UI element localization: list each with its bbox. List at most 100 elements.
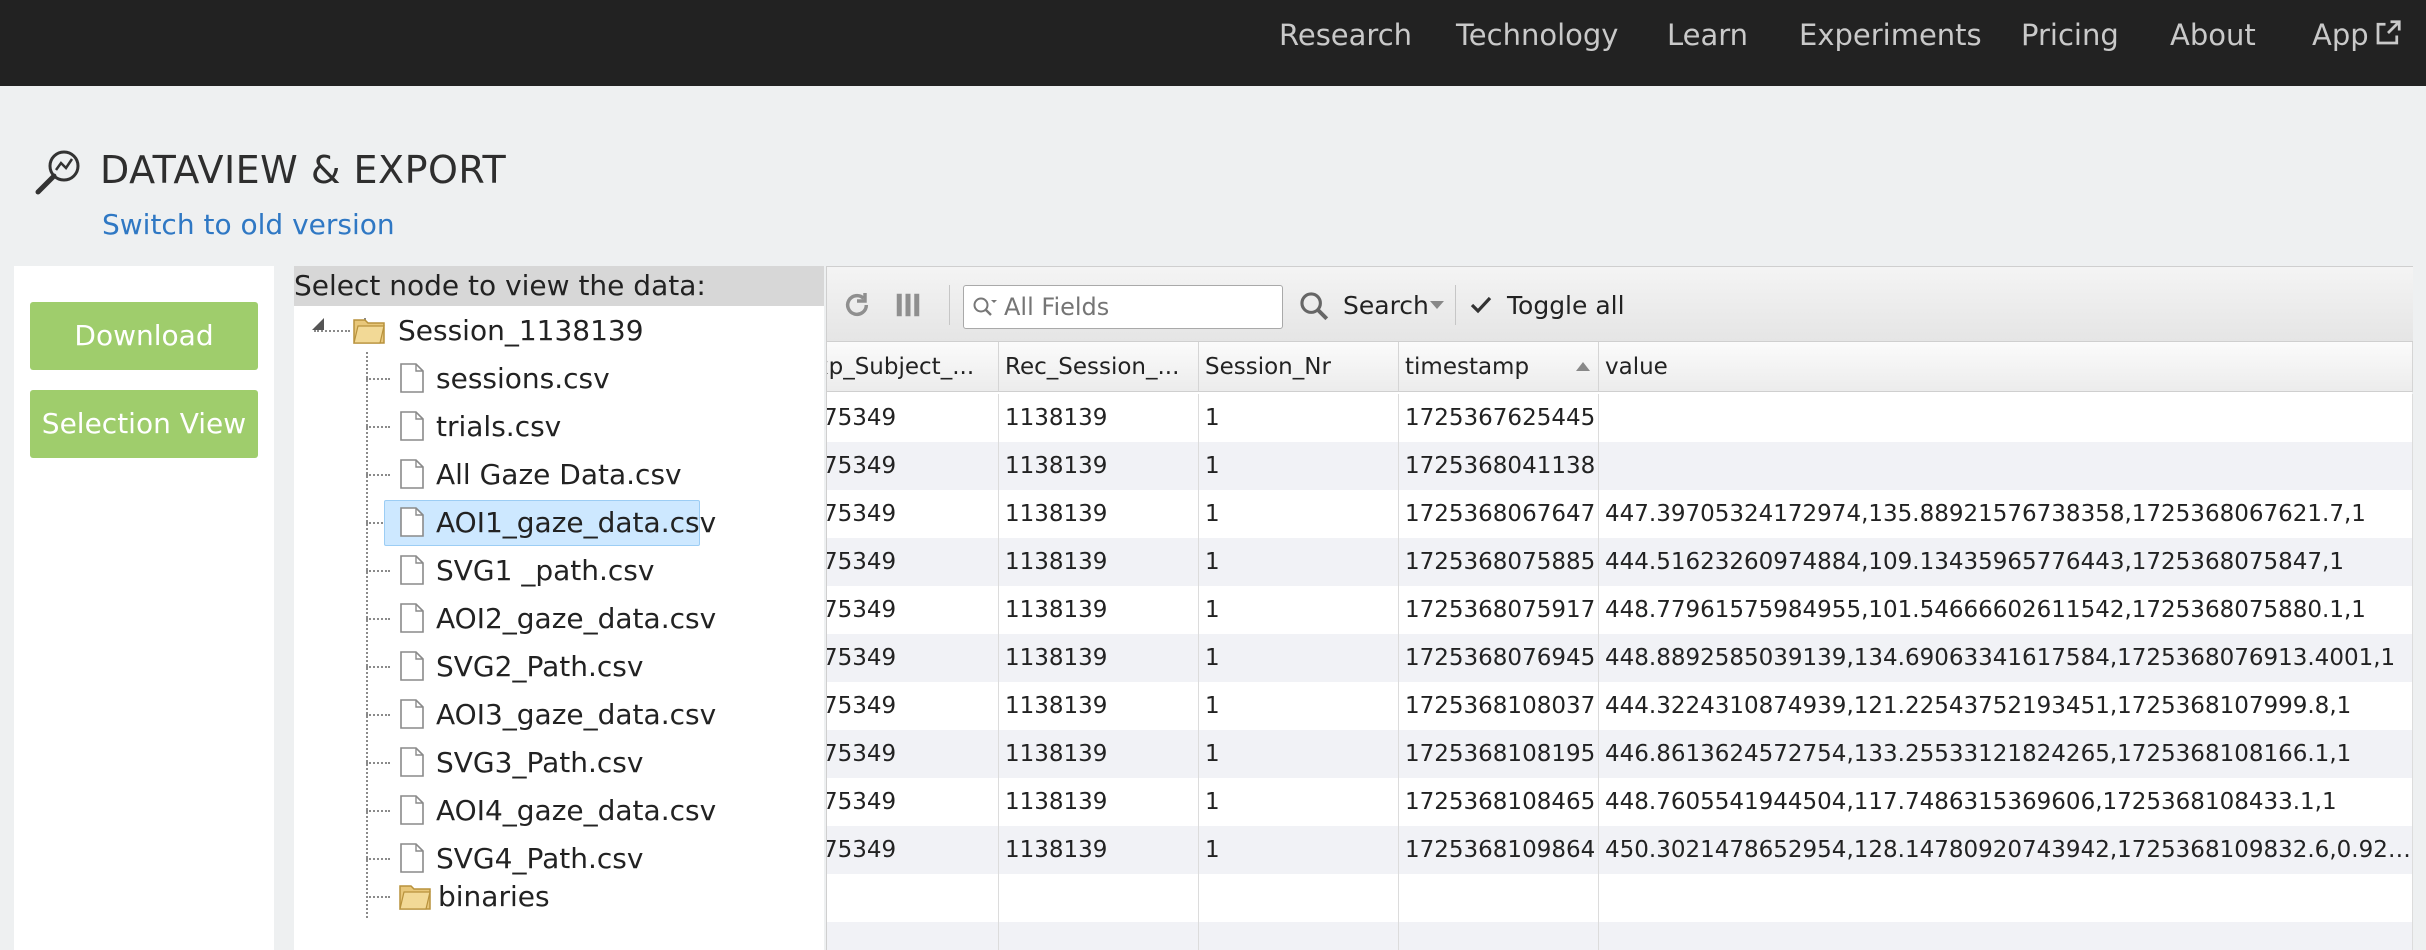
file-icon — [400, 603, 424, 633]
tree-file-node[interactable]: SVG4_Path.csv — [398, 836, 798, 880]
table-row[interactable]: 75349 1138139 1 1725367625445 — [827, 394, 2413, 442]
table-cell — [999, 874, 1199, 922]
table-cell: 1138139 — [999, 538, 1199, 586]
nav-technology[interactable]: Technology — [1456, 18, 1618, 52]
tree-file-label: SVG1 _path.csv — [436, 554, 655, 587]
magnifier-chart-icon — [35, 150, 80, 195]
table-cell: 1138139 — [999, 778, 1199, 826]
table-row[interactable] — [827, 874, 2413, 922]
table-row[interactable]: 75349 1138139 1 1725368108037 444.3224310874… — [827, 682, 2413, 730]
table-cell — [1399, 874, 1599, 922]
tree-file-node[interactable]: AOI3_gaze_data.csv — [398, 692, 798, 736]
table-cell: 1 — [1199, 778, 1399, 826]
table-cell: 450.3021478652954,128.14780920743942,172… — [1599, 826, 2413, 874]
column-header-label: Session_Nr — [1205, 354, 1331, 380]
table-cell: 1725368041138 — [1399, 442, 1599, 490]
nav-research[interactable]: Research — [1279, 18, 1412, 52]
tree-line — [366, 896, 390, 898]
table-cell — [827, 874, 999, 922]
table-row[interactable]: 75349 1138139 1 1725368108195 446.8613624572… — [827, 730, 2413, 778]
file-icon — [400, 507, 424, 537]
table-cell: 1725368108195 — [1399, 730, 1599, 778]
collapse-triangle-icon[interactable] — [308, 314, 328, 334]
search-field[interactable] — [963, 285, 1283, 329]
tree-file-node[interactable]: SVG2_Path.csv — [398, 644, 798, 688]
table-cell: 75349 — [827, 634, 999, 682]
table-row[interactable]: 75349 1138139 1 1725368075917 448.7796157598… — [827, 586, 2413, 634]
tree-file-node[interactable]: trials.csv — [398, 404, 798, 448]
column-header[interactable]: value — [1599, 342, 2413, 392]
selection-view-button[interactable]: Selection View — [30, 390, 258, 458]
table-row[interactable]: 75349 1138139 1 1725368075885 444.5162326097… — [827, 538, 2413, 586]
nav-pricing[interactable]: Pricing — [2021, 18, 2119, 52]
column-header[interactable]: Session_Nr — [1199, 342, 1399, 392]
column-header[interactable]: Rec_Session_... — [999, 342, 1199, 392]
chevron-down-icon[interactable] — [1429, 299, 1445, 311]
file-tree-panel: Select node to view the data: Session_11… — [294, 266, 824, 950]
table-cell: 75349 — [827, 730, 999, 778]
tree-file-label: All Gaze Data.csv — [436, 458, 682, 491]
page-title: DATAVIEW & EXPORT — [100, 148, 507, 192]
table-cell: 1 — [1199, 586, 1399, 634]
action-panel: Download Selection View — [14, 266, 274, 950]
table-cell: 447.39705324172974,135.88921576738358,17… — [1599, 490, 2413, 538]
table-row[interactable]: 75349 1138139 1 1725368076945 448.8892585039… — [827, 634, 2413, 682]
tree-file-label: AOI1_gaze_data.csv — [436, 506, 717, 539]
switch-old-version-link[interactable]: Switch to old version — [102, 208, 395, 241]
table-row[interactable]: 75349 1138139 1 1725368108465 448.7605541944… — [827, 778, 2413, 826]
table-row[interactable]: 75349 1138139 1 1725368067647 447.3970532417… — [827, 490, 2413, 538]
table-cell: 75349 — [827, 778, 999, 826]
tree-file-label: AOI4_gaze_data.csv — [436, 794, 717, 827]
tree-file-node[interactable]: AOI4_gaze_data.csv — [398, 788, 798, 832]
grid-toolbar: Search Toggle all — [827, 266, 2413, 342]
tree-file-node[interactable]: SVG3_Path.csv — [398, 740, 798, 784]
table-cell: 1 — [1199, 682, 1399, 730]
table-cell: 1138139 — [999, 490, 1199, 538]
table-cell: 1138139 — [999, 730, 1199, 778]
nav-app[interactable]: App — [2312, 18, 2403, 52]
column-header[interactable]: xp_Subject_... — [827, 342, 999, 392]
tree-file-node[interactable]: AOI2_gaze_data.csv — [398, 596, 798, 640]
data-grid-panel: Search Toggle all xp_Subject_... Rec_Sess… — [826, 266, 2413, 950]
nav-experiments[interactable]: Experiments — [1799, 18, 1982, 52]
table-cell — [1599, 394, 2413, 442]
checkmark-icon — [1470, 296, 1492, 314]
tree-root-label: Session_1138139 — [398, 314, 644, 347]
table-cell: 1138139 — [999, 442, 1199, 490]
tree-file-node[interactable]: AOI1_gaze_data.csv — [384, 500, 798, 546]
folder-open-icon — [353, 319, 385, 344]
nav-learn[interactable]: Learn — [1667, 18, 1748, 52]
column-header-label: timestamp — [1405, 354, 1530, 380]
table-row[interactable] — [827, 922, 2413, 950]
table-cell: 75349 — [827, 586, 999, 634]
search-input[interactable] — [1004, 292, 1274, 322]
table-cell — [1399, 922, 1599, 950]
toolbar-separator — [949, 285, 950, 325]
file-icon — [400, 795, 424, 825]
table-cell: 1725368075917 — [1399, 586, 1599, 634]
columns-icon[interactable] — [893, 289, 923, 321]
table-row[interactable]: 75349 1138139 1 1725368041138 — [827, 442, 2413, 490]
column-header-label: Rec_Session_... — [1005, 354, 1180, 380]
table-cell: 1725368108465 — [1399, 778, 1599, 826]
search-icon — [1300, 292, 1329, 321]
folder-icon — [399, 885, 431, 910]
refresh-icon[interactable] — [841, 289, 873, 321]
table-cell: 1138139 — [999, 394, 1199, 442]
tree-line — [366, 618, 390, 620]
toggle-all-button[interactable]: Toggle all — [1507, 291, 1625, 320]
column-header[interactable]: timestamp — [1399, 342, 1599, 392]
table-cell: 75349 — [827, 394, 999, 442]
table-cell — [1199, 922, 1399, 950]
tree-file-node[interactable]: sessions.csv — [398, 356, 798, 400]
table-cell: 1 — [1199, 490, 1399, 538]
download-button[interactable]: Download — [30, 302, 258, 370]
tree-line — [366, 714, 390, 716]
search-button[interactable]: Search — [1343, 291, 1429, 320]
nav-about[interactable]: About — [2170, 18, 2256, 52]
tree-file-node[interactable]: SVG1 _path.csv — [398, 548, 798, 592]
table-cell: 448.77961575984955,101.54666602611542,17… — [1599, 586, 2413, 634]
table-row[interactable]: 75349 1138139 1 1725368109864 450.3021478652… — [827, 826, 2413, 874]
table-cell: 1725368108037 — [1399, 682, 1599, 730]
tree-file-node[interactable]: All Gaze Data.csv — [398, 452, 798, 496]
